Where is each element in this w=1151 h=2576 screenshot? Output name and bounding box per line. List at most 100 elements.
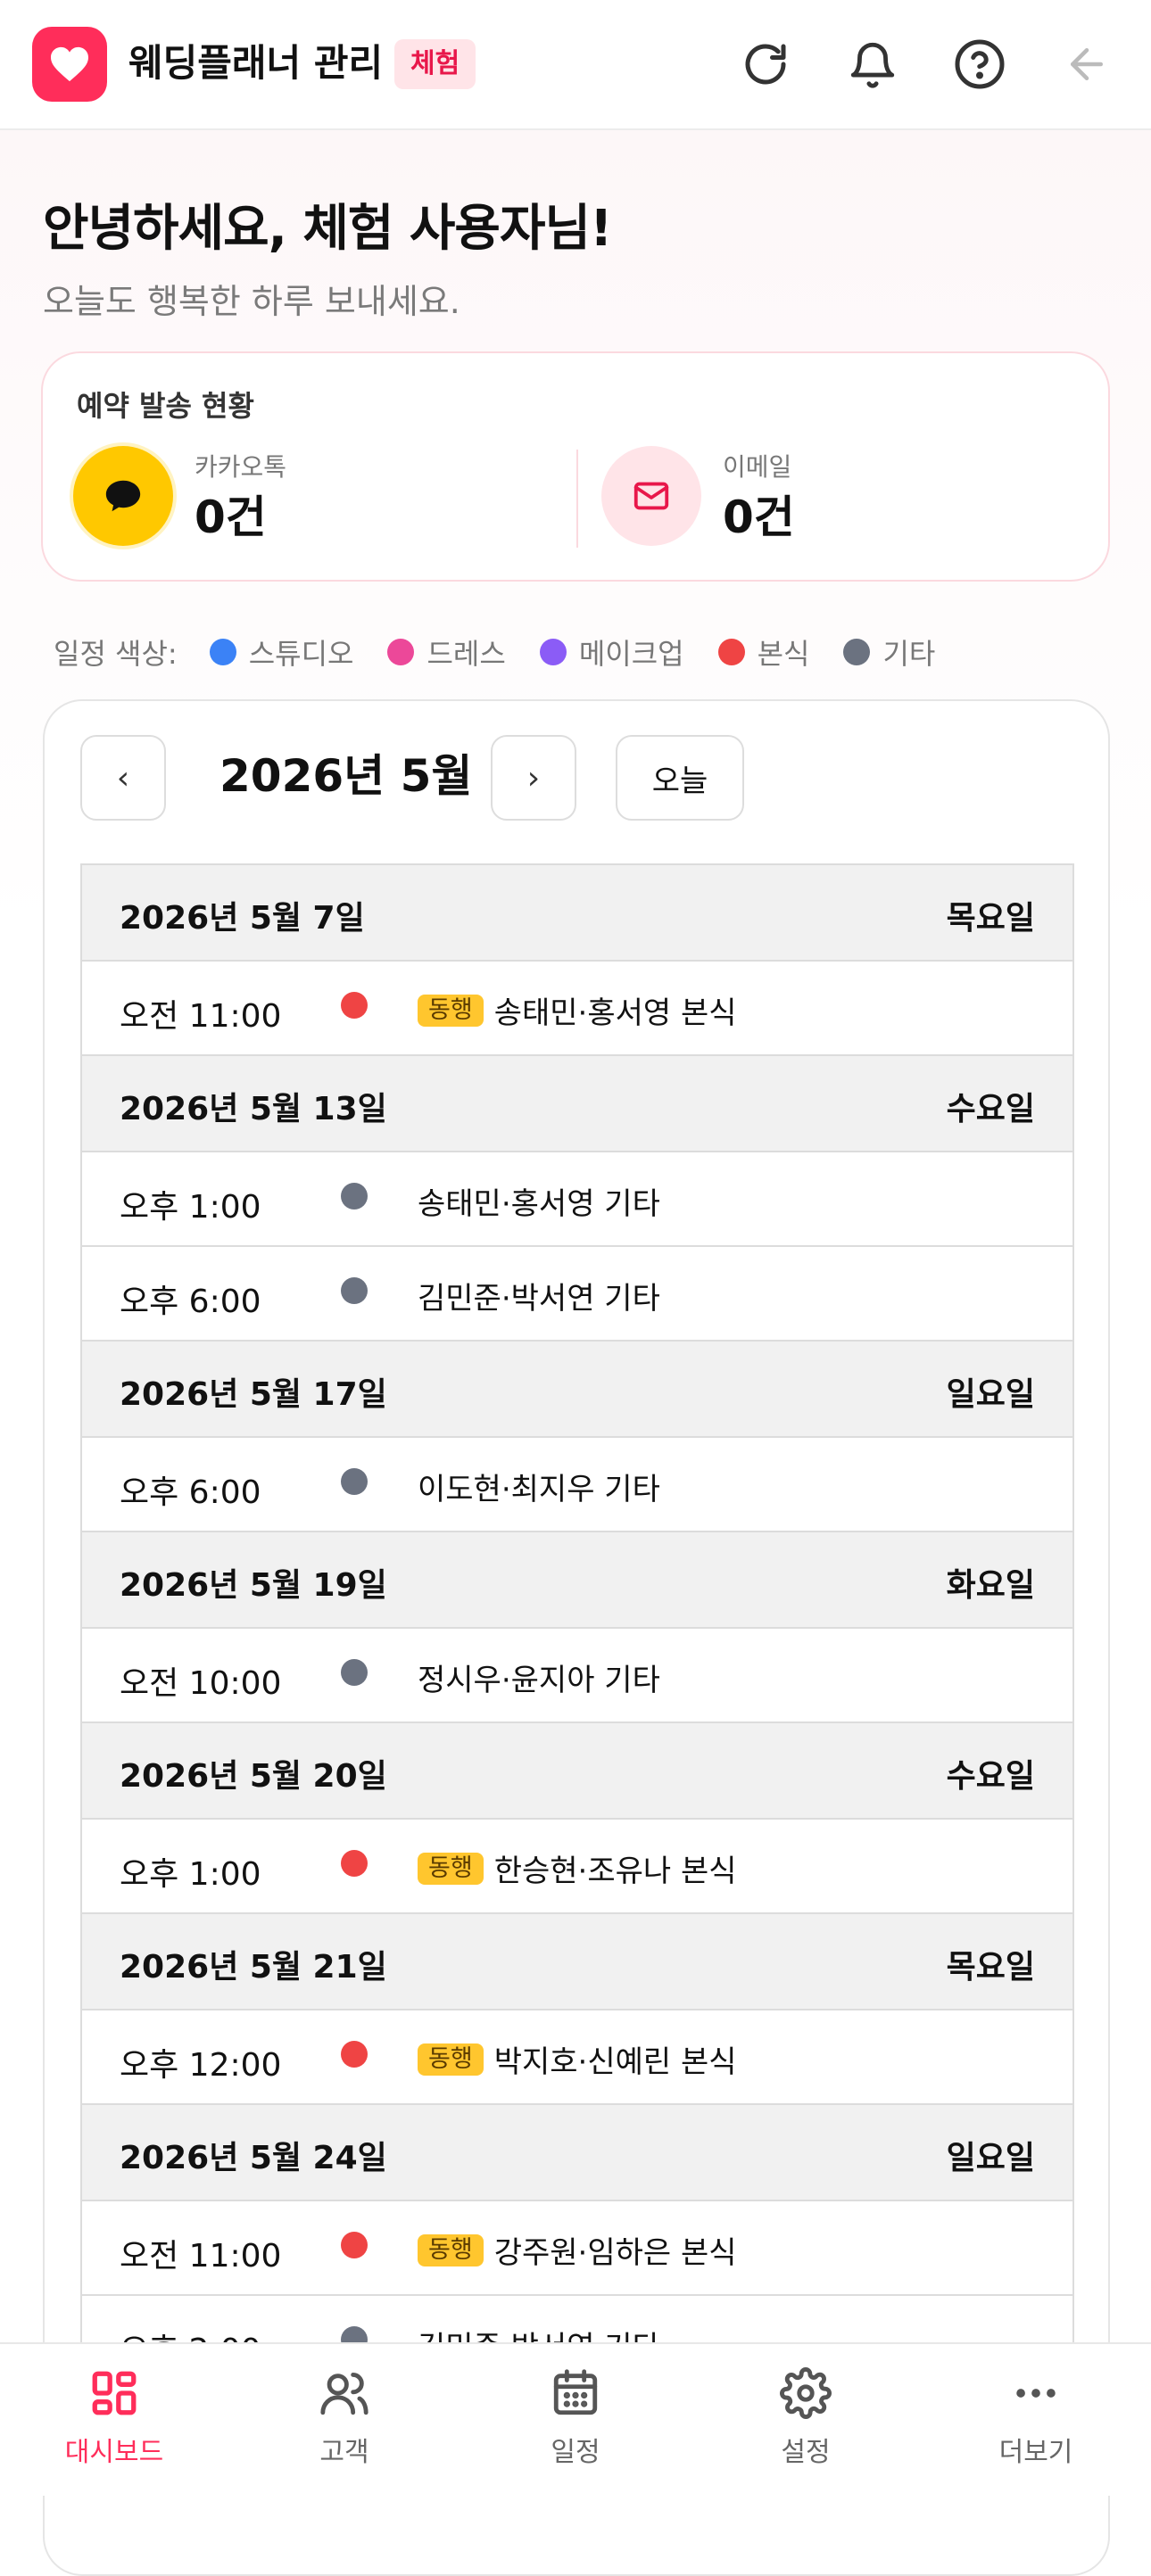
kakao-label: 카카오톡 (195, 452, 287, 482)
today-button[interactable]: 오늘 (616, 735, 744, 821)
status-divider (576, 450, 578, 548)
event-title-text: 강주원·임하은 본식 (493, 2235, 737, 2271)
kakao-status: 카카오톡 0건 (73, 446, 537, 549)
weekday-label: 화요일 (946, 1567, 1035, 1604)
event-title-text: 송태민·홍서영 본식 (493, 995, 737, 1031)
app-title: 웨딩플래너 관리 (128, 41, 384, 85)
legend-item-label: 스튜디오 (248, 637, 354, 671)
event-title-text: 정시우·윤지아 기타 (418, 1663, 660, 1698)
schedule-list: 2026년 5월 7일 목요일 오전 11:00 동행 송태민·홍서영 본식 2026년 … (80, 863, 1074, 2390)
event-row[interactable]: 오전 11:00 동행 강주원·임하은 본식 (82, 2201, 1072, 2296)
event-title-text: 이도현·최지우 기타 (418, 1472, 660, 1507)
event-color-dot (341, 2041, 368, 2068)
schedule-color-legend: 일정 색상: 스튜디오 드레스 메이크업 본식 기타 (54, 630, 969, 674)
event-row[interactable]: 오후 1:00 송태민·홍서영 기타 (82, 1152, 1072, 1247)
help-button[interactable] (948, 32, 1012, 96)
event-row[interactable]: 오후 6:00 김민준·박서연 기타 (82, 1247, 1072, 1342)
event-row[interactable]: 오전 11:00 동행 송태민·홍서영 본식 (82, 962, 1072, 1056)
event-color-dot (341, 1850, 368, 1877)
date-label: 2026년 5월 24일 (120, 2140, 387, 2176)
bell-icon (850, 42, 895, 88)
legend-item-label: 기타 (882, 637, 936, 671)
nav-dashboard-label: 대시보드 (64, 2437, 164, 2468)
prev-month-button[interactable]: ‹ (80, 735, 166, 821)
users-icon (319, 2364, 370, 2423)
back-button[interactable] (1055, 32, 1119, 96)
date-header-row: 2026년 5월 17일 일요일 (82, 1342, 1072, 1438)
bottom-navigation: 대시보드 고객 일정 설정 더보기 (0, 2342, 1151, 2496)
nav-settings[interactable]: 설정 (716, 2364, 895, 2480)
weekday-label: 수요일 (946, 1758, 1035, 1795)
accompany-badge: 동행 (418, 1852, 484, 1885)
nav-settings-label: 설정 (781, 2437, 831, 2468)
event-title-text: 김민준·박서연 기타 (418, 1281, 660, 1317)
event-title: 동행 박지호·신예린 본식 (418, 2037, 737, 2081)
event-time: 오전 11:00 (120, 2238, 282, 2275)
greeting-subtitle: 오늘도 행복한 하루 보내세요. (43, 282, 460, 321)
app-header: 웨딩플래너 관리 체험 (0, 0, 1151, 130)
date-label: 2026년 5월 20일 (120, 1758, 387, 1795)
date-header-row: 2026년 5월 19일 화요일 (82, 1532, 1072, 1629)
trial-badge: 체험 (394, 39, 476, 89)
kakao-chat-icon (73, 446, 173, 546)
event-color-dot (341, 1183, 368, 1210)
help-icon (955, 39, 1005, 89)
date-header-row: 2026년 5월 20일 수요일 (82, 1723, 1072, 1820)
more-icon (1010, 2364, 1062, 2423)
event-color-dot (341, 1468, 368, 1495)
accompany-badge: 동행 (418, 2043, 484, 2076)
legend-item-label: 드레스 (426, 637, 506, 671)
event-time: 오후 6:00 (120, 1284, 261, 1320)
event-color-dot (341, 1277, 368, 1304)
legend-item: 본식 (717, 632, 809, 673)
email-label: 이메일 (723, 452, 792, 482)
nav-more[interactable]: 더보기 (947, 2364, 1125, 2480)
accompany-badge: 동행 (418, 2233, 484, 2266)
date-header-row: 2026년 5월 24일 일요일 (82, 2105, 1072, 2201)
refresh-icon (745, 44, 786, 85)
mail-icon (601, 446, 701, 546)
status-card-title: 예약 발송 현황 (77, 389, 254, 423)
refresh-button[interactable] (733, 32, 798, 96)
kakao-count: 0건 (195, 491, 267, 543)
nav-schedule[interactable]: 일정 (486, 2364, 665, 2480)
event-row[interactable]: 오후 12:00 동행 박지호·신예린 본식 (82, 2010, 1072, 2105)
legend-color-dot (387, 639, 415, 665)
event-row[interactable]: 오후 6:00 이도현·최지우 기타 (82, 1438, 1072, 1532)
gear-icon (780, 2364, 832, 2423)
heart-logo-icon (32, 27, 107, 102)
weekday-label: 일요일 (946, 2140, 1035, 2176)
date-label: 2026년 5월 21일 (120, 1949, 387, 1986)
email-count: 0건 (723, 491, 795, 543)
event-time: 오전 11:00 (120, 998, 282, 1035)
month-title: 2026년 5월 (219, 750, 473, 802)
nav-more-label: 더보기 (998, 2437, 1073, 2468)
weekday-label: 목요일 (946, 1949, 1035, 1986)
next-month-button[interactable]: › (491, 735, 576, 821)
nav-schedule-label: 일정 (551, 2437, 600, 2468)
date-header-row: 2026년 5월 21일 목요일 (82, 1914, 1072, 2010)
event-time: 오후 1:00 (120, 1189, 261, 1226)
event-row[interactable]: 오후 1:00 동행 한승현·조유나 본식 (82, 1820, 1072, 1914)
email-status: 이메일 0건 (601, 446, 1065, 549)
legend-item: 메이크업 (539, 632, 684, 673)
reservation-status-card: 예약 발송 현황 카카오톡 0건 이메일 0건 (41, 351, 1110, 582)
date-label: 2026년 5월 7일 (120, 900, 365, 937)
legend-color-dot (209, 639, 236, 665)
legend-item-label: 메이크업 (578, 637, 684, 671)
event-time: 오전 10:00 (120, 1665, 282, 1702)
event-title-text: 한승현·조유나 본식 (493, 1854, 737, 1889)
date-header-row: 2026년 5월 7일 목요일 (82, 865, 1072, 962)
nav-customers[interactable]: 고객 (255, 2364, 434, 2480)
event-time: 오후 12:00 (120, 2047, 282, 2084)
event-row[interactable]: 오전 10:00 정시우·윤지아 기타 (82, 1629, 1072, 1723)
accompany-badge: 동행 (418, 994, 484, 1027)
back-arrow-icon (1071, 48, 1103, 80)
nav-dashboard[interactable]: 대시보드 (25, 2364, 203, 2480)
legend-item: 스튜디오 (209, 632, 354, 673)
event-title-text: 송태민·홍서영 기타 (418, 1186, 660, 1222)
event-title: 동행 송태민·홍서영 본식 (418, 988, 737, 1032)
event-color-dot (341, 1659, 368, 1686)
notification-button[interactable] (840, 32, 905, 96)
greeting-title: 안녕하세요, 체험 사용자님! (43, 200, 613, 258)
